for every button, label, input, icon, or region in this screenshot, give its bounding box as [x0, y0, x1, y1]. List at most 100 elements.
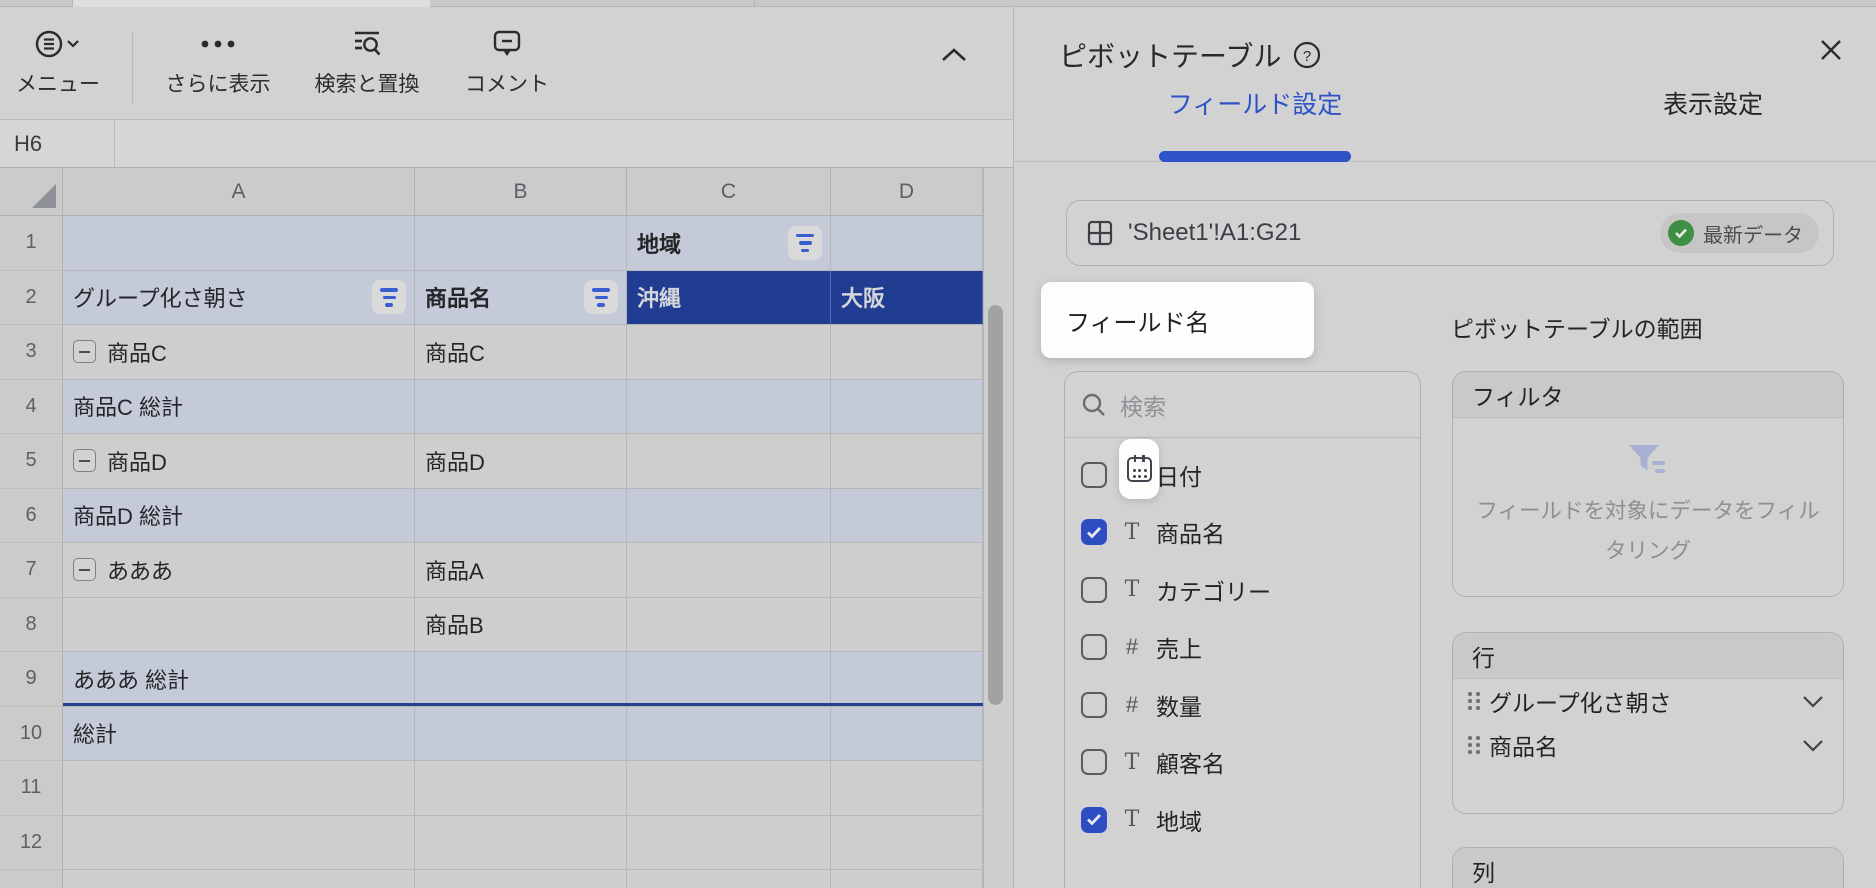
chevron-down-icon[interactable]	[1801, 738, 1825, 753]
checkbox-checked[interactable]	[1081, 519, 1107, 546]
field-item-category[interactable]: T カテゴリー	[1065, 561, 1420, 619]
cell-reference-box[interactable]: H6	[0, 120, 115, 167]
cell-a2[interactable]: グループ化さ朝さ	[63, 270, 415, 325]
row-field-product-name[interactable]: 商品名	[1453, 723, 1843, 767]
cell-a9[interactable]: あああ 総計	[63, 652, 415, 707]
cell-d11[interactable]	[831, 761, 983, 816]
cell-c4[interactable]	[627, 379, 831, 434]
cell-d6[interactable]	[831, 488, 983, 543]
row-header[interactable]: 2	[0, 270, 63, 325]
cell-b4[interactable]	[415, 379, 627, 434]
row-header[interactable]: 3	[0, 325, 63, 380]
vertical-scrollbar[interactable]	[983, 168, 1013, 888]
field-item-product-name[interactable]: T 商品名	[1065, 504, 1420, 562]
menu-button[interactable]: メニュー	[6, 7, 110, 120]
comment-button[interactable]: コメント	[437, 7, 577, 120]
cell-a10[interactable]: 総計	[63, 706, 415, 761]
cell-b5[interactable]: 商品D	[415, 434, 627, 489]
cell-d7[interactable]	[831, 543, 983, 598]
cell-d10[interactable]	[831, 706, 983, 761]
cell-b1[interactable]	[415, 216, 627, 271]
cell-d9[interactable]	[831, 652, 983, 707]
row-header[interactable]: 7	[0, 543, 63, 598]
cell-a12[interactable]	[63, 815, 415, 870]
cell-d5[interactable]	[831, 434, 983, 489]
cell-c5[interactable]	[627, 434, 831, 489]
row-field-group[interactable]: グループ化さ朝さ	[1453, 679, 1843, 723]
cell-b13[interactable]	[415, 870, 627, 888]
data-source-field[interactable]: 'Sheet1'!A1:G21 最新データ	[1066, 200, 1834, 266]
row-header[interactable]: 8	[0, 597, 63, 652]
cell-b7[interactable]: 商品A	[415, 543, 627, 598]
cell-a3[interactable]: 商品C	[63, 325, 415, 380]
checkbox-unchecked[interactable]	[1081, 576, 1107, 603]
row-header[interactable]: 4	[0, 379, 63, 434]
cell-a13[interactable]	[63, 870, 415, 888]
cell-d1[interactable]	[831, 216, 983, 271]
cell-b9[interactable]	[415, 652, 627, 707]
cell-a6[interactable]: 商品D 総計	[63, 488, 415, 543]
collapse-group-icon[interactable]	[73, 449, 96, 473]
cell-c13[interactable]	[627, 870, 831, 888]
cell-a7[interactable]: あああ	[63, 543, 415, 598]
row-header[interactable]: 9	[0, 652, 63, 707]
cell-c1[interactable]: 地域	[627, 216, 831, 271]
row-header[interactable]: 13	[0, 870, 63, 888]
column-header-c[interactable]: C	[627, 168, 831, 215]
cell-a8[interactable]	[63, 597, 415, 652]
field-item-quantity[interactable]: # 数量	[1065, 676, 1420, 734]
help-icon[interactable]: ?	[1293, 41, 1321, 69]
collapse-group-icon[interactable]	[73, 558, 96, 582]
cell-d3[interactable]	[831, 325, 983, 380]
checkbox-checked[interactable]	[1081, 806, 1107, 833]
cell-a5[interactable]: 商品D	[63, 434, 415, 489]
row-header[interactable]: 1	[0, 216, 63, 271]
cell-d13[interactable]	[831, 870, 983, 888]
tab-display-settings[interactable]: 表示設定	[1617, 85, 1809, 121]
field-item-customer-name[interactable]: T 顧客名	[1065, 734, 1420, 792]
cell-c3[interactable]	[627, 325, 831, 380]
cell-a11[interactable]	[63, 761, 415, 816]
scrollbar-thumb[interactable]	[988, 305, 1003, 705]
find-replace-button[interactable]: 検索と置換	[297, 7, 437, 120]
cell-c7[interactable]	[627, 543, 831, 598]
cell-d8[interactable]	[831, 597, 983, 652]
cell-b8[interactable]: 商品B	[415, 597, 627, 652]
cell-d4[interactable]	[831, 379, 983, 434]
cell-c8[interactable]	[627, 597, 831, 652]
more-button[interactable]: さらに表示	[148, 7, 288, 120]
column-header-b[interactable]: B	[415, 168, 627, 215]
column-header-d[interactable]: D	[831, 168, 983, 215]
cell-b3[interactable]: 商品C	[415, 325, 627, 380]
row-header[interactable]: 6	[0, 488, 63, 543]
checkbox-unchecked[interactable]	[1081, 461, 1107, 488]
cell-d12[interactable]	[831, 815, 983, 870]
cell-c2-selected[interactable]: 沖縄	[627, 270, 831, 325]
cell-c9[interactable]	[627, 652, 831, 707]
cell-d2-selected[interactable]: 大阪	[831, 270, 983, 325]
row-header[interactable]: 12	[0, 815, 63, 870]
cell-c6[interactable]	[627, 488, 831, 543]
cell-b2[interactable]: 商品名	[415, 270, 627, 325]
checkbox-unchecked[interactable]	[1081, 691, 1107, 718]
drag-handle-icon[interactable]	[1468, 692, 1480, 710]
cell-c11[interactable]	[627, 761, 831, 816]
drag-handle-icon[interactable]	[1468, 736, 1480, 754]
cell-c10[interactable]	[627, 706, 831, 761]
select-all-corner[interactable]	[0, 168, 63, 215]
filter-button[interactable]	[372, 280, 406, 315]
close-panel-button[interactable]	[1816, 35, 1846, 65]
cell-b10[interactable]	[415, 706, 627, 761]
row-header[interactable]: 5	[0, 434, 63, 489]
field-search[interactable]: 検索	[1065, 372, 1420, 438]
cell-b12[interactable]	[415, 815, 627, 870]
chevron-down-icon[interactable]	[1801, 694, 1825, 709]
field-item-region[interactable]: T 地域	[1065, 791, 1420, 849]
collapse-group-icon[interactable]	[73, 340, 96, 364]
checkbox-unchecked[interactable]	[1081, 634, 1107, 661]
row-header[interactable]: 10	[0, 706, 63, 761]
field-item-sales[interactable]: # 売上	[1065, 619, 1420, 677]
checkbox-unchecked[interactable]	[1081, 749, 1107, 776]
filter-button[interactable]	[584, 280, 618, 315]
collapse-toolbar-button[interactable]	[934, 37, 974, 73]
